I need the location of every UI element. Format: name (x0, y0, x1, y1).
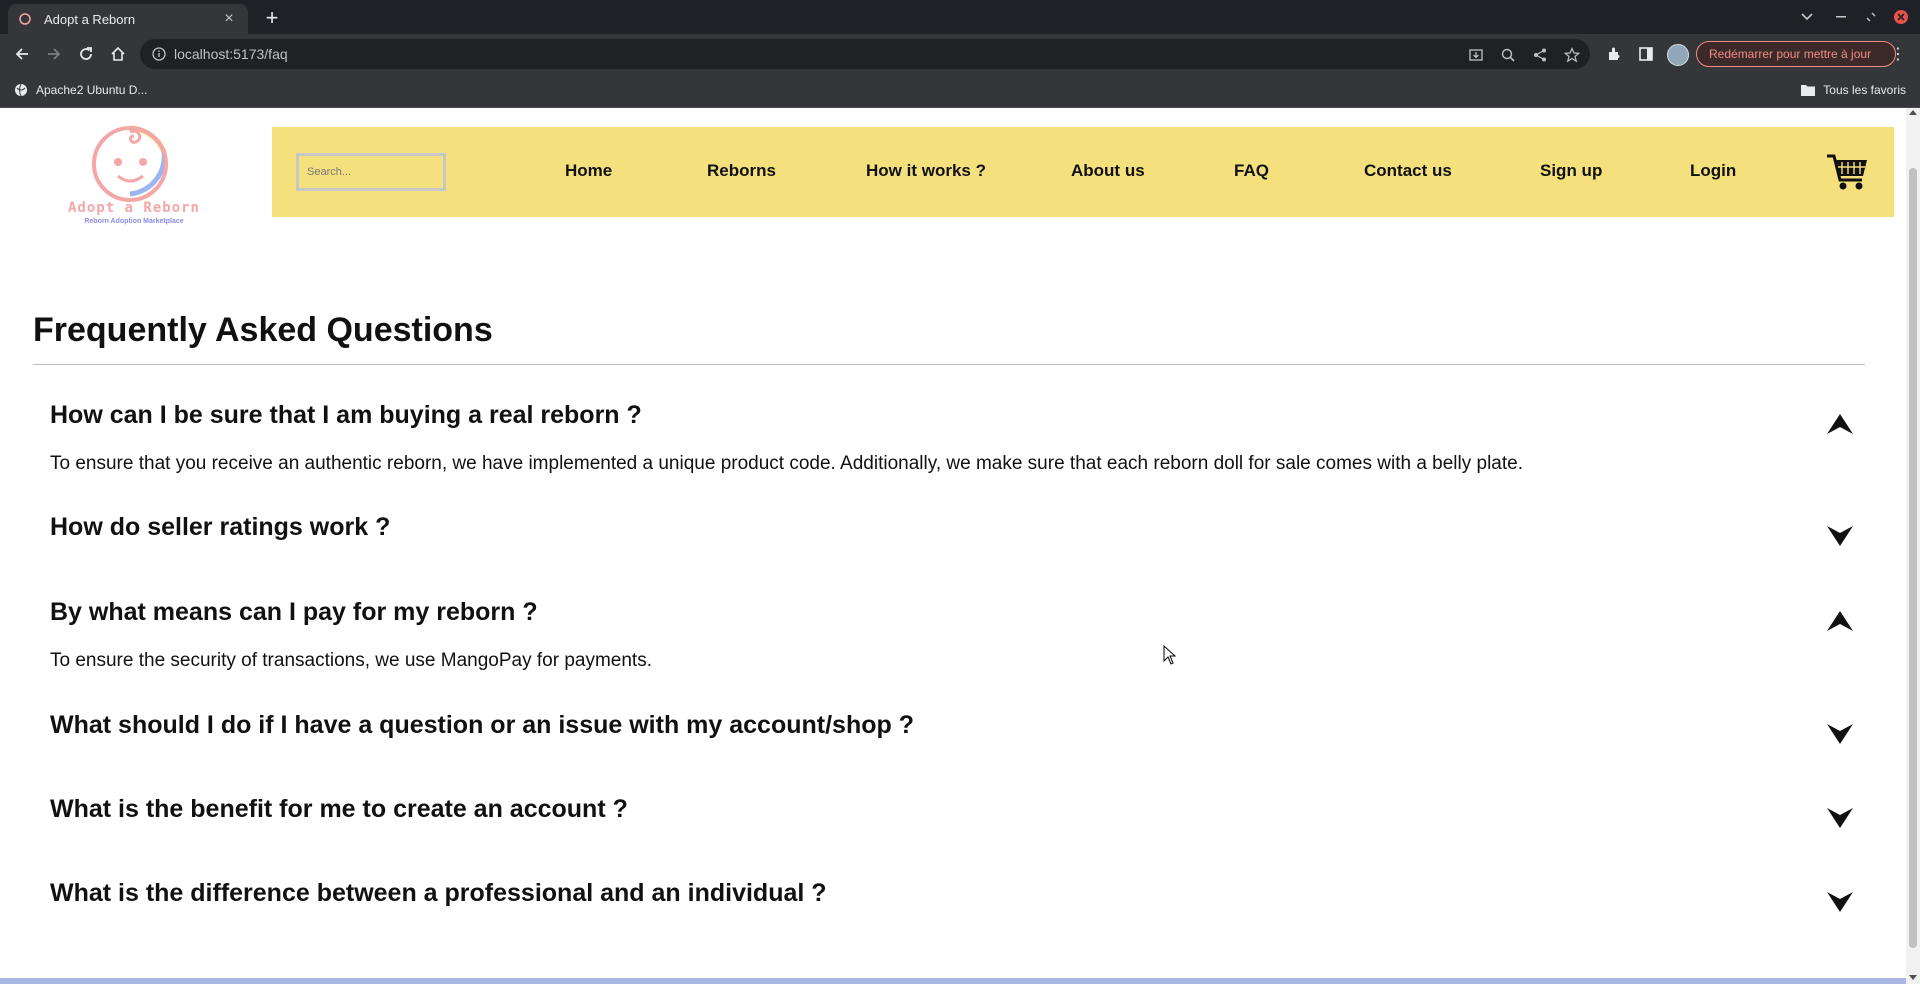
nav-reborns[interactable]: Reborns (707, 161, 776, 181)
nav-sign-up[interactable]: Sign up (1540, 161, 1602, 181)
chevron-up-icon[interactable] (1826, 609, 1854, 633)
new-tab-icon[interactable]: + (258, 4, 286, 32)
bookmarks-bar: Apache2 Ubuntu D... Tous les favoris (0, 74, 1920, 108)
chevron-down-icon[interactable] (1826, 722, 1854, 746)
faq-question[interactable]: By what means can I pay for my reborn ? (50, 598, 538, 627)
chevron-down-icon[interactable] (1826, 890, 1854, 914)
faq-question[interactable]: How can I be sure that I am buying a rea… (50, 401, 642, 430)
browser-tab[interactable]: Adopt a Reborn × (8, 4, 248, 34)
faq-question[interactable]: How do seller ratings work ? (50, 513, 390, 542)
zoom-icon[interactable] (1500, 47, 1516, 63)
bookmark-label: Apache2 Ubuntu D... (36, 83, 148, 97)
browser-menu-icon[interactable]: ⋮ (1890, 44, 1906, 64)
address-bar[interactable]: localhost:5173/faq (140, 39, 1590, 69)
chevron-down-icon[interactable] (1826, 806, 1854, 830)
minimize-icon[interactable] (1826, 0, 1856, 34)
chevron-down-icon[interactable] (1826, 524, 1854, 548)
faq-answer: To ensure the security of transactions, … (50, 650, 652, 671)
scrollbar-thumb[interactable] (1909, 168, 1917, 948)
faq-answer: To ensure that you receive an authentic … (50, 453, 1524, 474)
profile-avatar[interactable] (1667, 44, 1689, 66)
browser-tab-bar: Adopt a Reborn × + (0, 0, 1920, 34)
update-restart-button[interactable]: Redémarrer pour mettre à jour (1696, 41, 1896, 67)
cart-icon[interactable] (1826, 152, 1868, 192)
share-icon[interactable] (1532, 47, 1548, 63)
faq-title: Frequently Asked Questions (33, 311, 493, 349)
tab-search-icon[interactable] (1792, 0, 1822, 34)
scroll-down-icon[interactable] (1909, 975, 1917, 980)
page-viewport: Adopt a Reborn Reborn Adoption Marketpla… (0, 108, 1906, 984)
faq-question[interactable]: What should I do if I have a question or… (50, 711, 914, 740)
mouse-cursor-icon (1163, 645, 1177, 665)
back-icon[interactable] (10, 42, 34, 66)
chevron-up-icon[interactable] (1826, 412, 1854, 436)
nav-login[interactable]: Login (1690, 161, 1736, 181)
nav-how-it-works[interactable]: How it works ? (866, 161, 986, 181)
side-panel-icon[interactable] (1636, 44, 1656, 64)
nav-faq[interactable]: FAQ (1234, 161, 1269, 181)
reload-icon[interactable] (74, 42, 98, 66)
extensions-icon[interactable] (1604, 44, 1624, 64)
globe-icon (15, 83, 27, 97)
restore-icon[interactable] (1856, 0, 1886, 34)
logo-subtitle: Reborn Adoption Marketplace (84, 218, 184, 225)
bookmark-star-icon[interactable] (1564, 47, 1580, 63)
forward-icon[interactable] (42, 42, 66, 66)
scroll-up-icon[interactable] (1909, 110, 1917, 115)
site-favicon-icon (18, 12, 32, 26)
search-input[interactable] (296, 153, 446, 191)
folder-icon (1801, 85, 1816, 96)
site-info-icon[interactable] (152, 47, 166, 61)
all-bookmarks-label: Tous les favoris (1823, 83, 1906, 97)
faq-question[interactable]: What is the difference between a profess… (50, 879, 827, 908)
url-text: localhost:5173/faq (174, 46, 288, 62)
tab-title: Adopt a Reborn (44, 11, 136, 27)
page-scrollbar[interactable] (1906, 108, 1920, 984)
home-icon[interactable] (106, 42, 130, 66)
bookmark-item[interactable]: Apache2 Ubuntu D... (14, 83, 147, 97)
install-app-icon[interactable] (1468, 47, 1484, 63)
baby-face-logo-icon (92, 125, 168, 202)
nav-home[interactable]: Home (565, 161, 612, 181)
main-navbar: Home Reborns How it works ? About us FAQ… (272, 127, 1894, 217)
site-logo[interactable]: Adopt a Reborn Reborn Adoption Marketpla… (48, 114, 218, 226)
title-divider (33, 364, 1865, 365)
tab-close-icon[interactable]: × (220, 10, 238, 28)
close-window-icon[interactable] (1886, 0, 1916, 34)
logo-text: Adopt a Reborn (67, 200, 200, 216)
nav-about-us[interactable]: About us (1071, 161, 1145, 181)
all-bookmarks[interactable]: Tous les favoris (1801, 83, 1906, 97)
nav-contact-us[interactable]: Contact us (1364, 161, 1452, 181)
faq-question[interactable]: What is the benefit for me to create an … (50, 795, 628, 824)
footer-edge (0, 978, 1906, 984)
browser-toolbar: localhost:5173/faq Redémarrer pour mettr… (0, 34, 1920, 74)
